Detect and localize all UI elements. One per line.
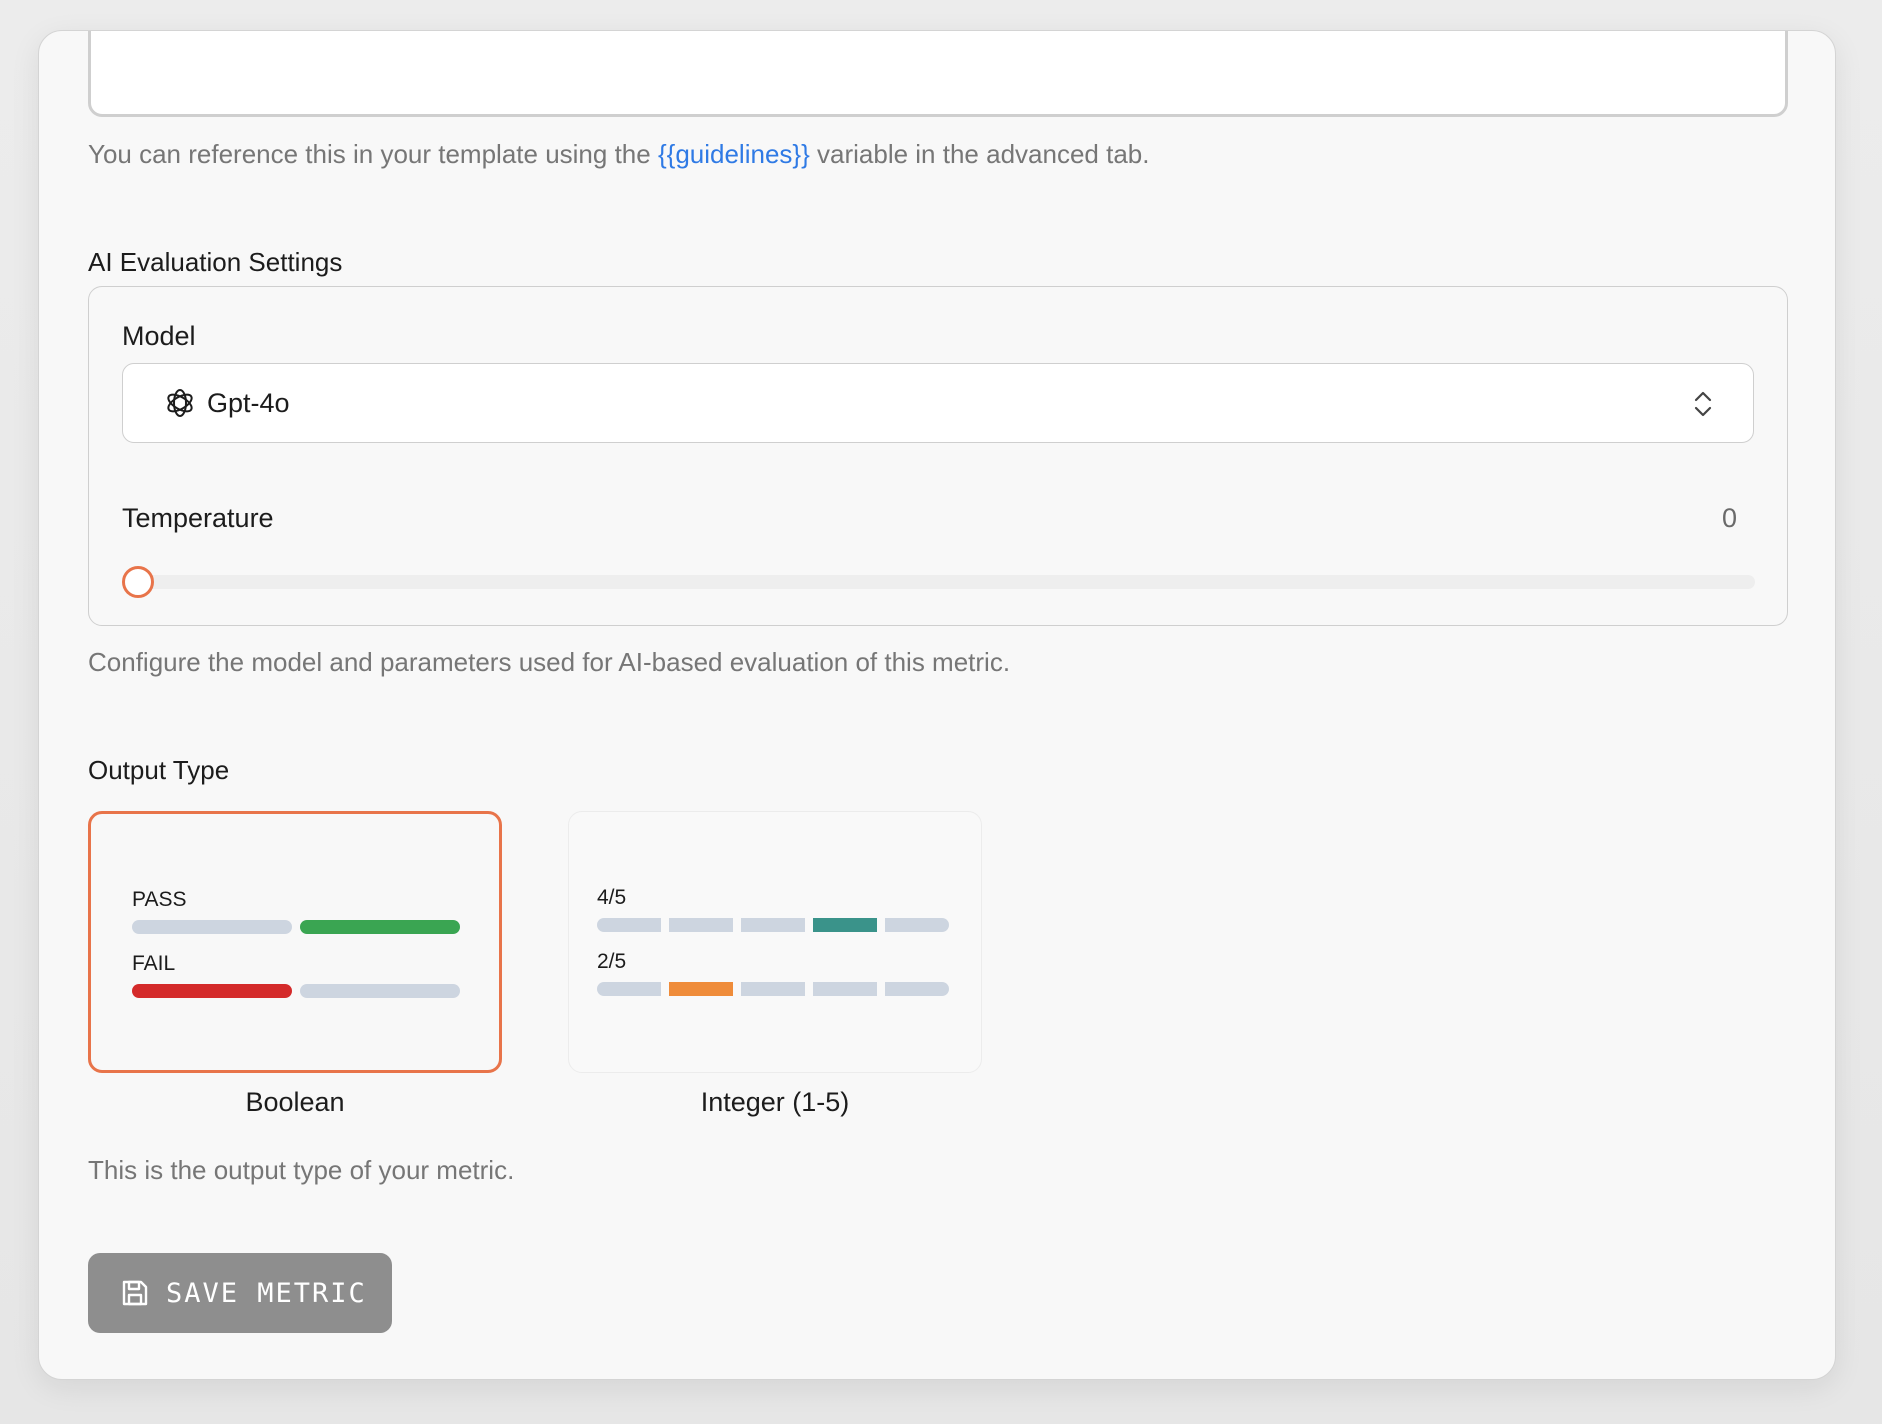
model-selected-value: Gpt-4o — [207, 387, 290, 418]
floppy-disk-icon — [122, 1280, 148, 1306]
output-option-integer[interactable]: 4/5 2/5 — [568, 811, 982, 1073]
save-metric-button[interactable]: SAVE METRIC — [88, 1253, 392, 1333]
openai-logo-icon — [167, 389, 193, 417]
guidelines-textarea[interactable] — [88, 31, 1788, 117]
output-option-boolean[interactable]: PASS FAIL — [88, 811, 502, 1073]
edit-metric-modal: You can reference this in your template … — [38, 30, 1836, 1380]
score-segment — [885, 982, 949, 996]
card-row-label: 4/5 — [597, 886, 627, 909]
guidelines-helper-prefix: You can reference this in your template … — [88, 139, 658, 169]
score-segment — [741, 918, 805, 932]
pass-bar-empty — [132, 920, 292, 934]
temperature-value: 0 — [1721, 503, 1737, 533]
save-metric-label: SAVE METRIC — [166, 1277, 367, 1309]
temperature-slider-track[interactable] — [125, 575, 1755, 589]
model-label: Model — [122, 321, 196, 351]
score-segment — [597, 982, 661, 996]
card-row-label: PASS — [132, 888, 187, 911]
ai-settings-helper-text: Configure the model and parameters used … — [88, 647, 1011, 677]
score-segment — [741, 982, 805, 996]
guidelines-helper-suffix: variable in the advanced tab. — [809, 139, 1150, 169]
guidelines-helper-text: You can reference this in your template … — [88, 139, 1149, 170]
score-segment — [813, 982, 877, 996]
fail-bar-empty — [300, 984, 460, 998]
score-segment — [885, 918, 949, 932]
score-segment-filled — [813, 918, 877, 932]
output-option-caption: Integer (1-5) — [700, 1087, 850, 1117]
temperature-label: Temperature — [122, 503, 274, 533]
ai-settings-card: Model Gpt-4o Temperature 0 — [88, 286, 1788, 626]
score-segment — [597, 918, 661, 932]
output-type-helper-text: This is the output type of your metric. — [88, 1155, 515, 1185]
model-select[interactable]: Gpt-4o — [122, 363, 1754, 443]
guidelines-variable: {{guidelines}} — [657, 139, 810, 169]
ai-settings-section-label: AI Evaluation Settings — [88, 247, 343, 277]
output-option-caption: Boolean — [245, 1087, 345, 1117]
chevron-up-down-icon — [1694, 391, 1712, 417]
card-row-label: 2/5 — [597, 950, 627, 973]
score-segment — [669, 918, 733, 932]
pass-bar-filled — [300, 920, 460, 934]
score-segment-filled — [669, 982, 733, 996]
output-type-section-label: Output Type — [88, 755, 230, 785]
card-row-label: FAIL — [132, 952, 176, 975]
fail-bar-filled — [132, 984, 292, 998]
temperature-slider-thumb[interactable] — [122, 566, 154, 598]
